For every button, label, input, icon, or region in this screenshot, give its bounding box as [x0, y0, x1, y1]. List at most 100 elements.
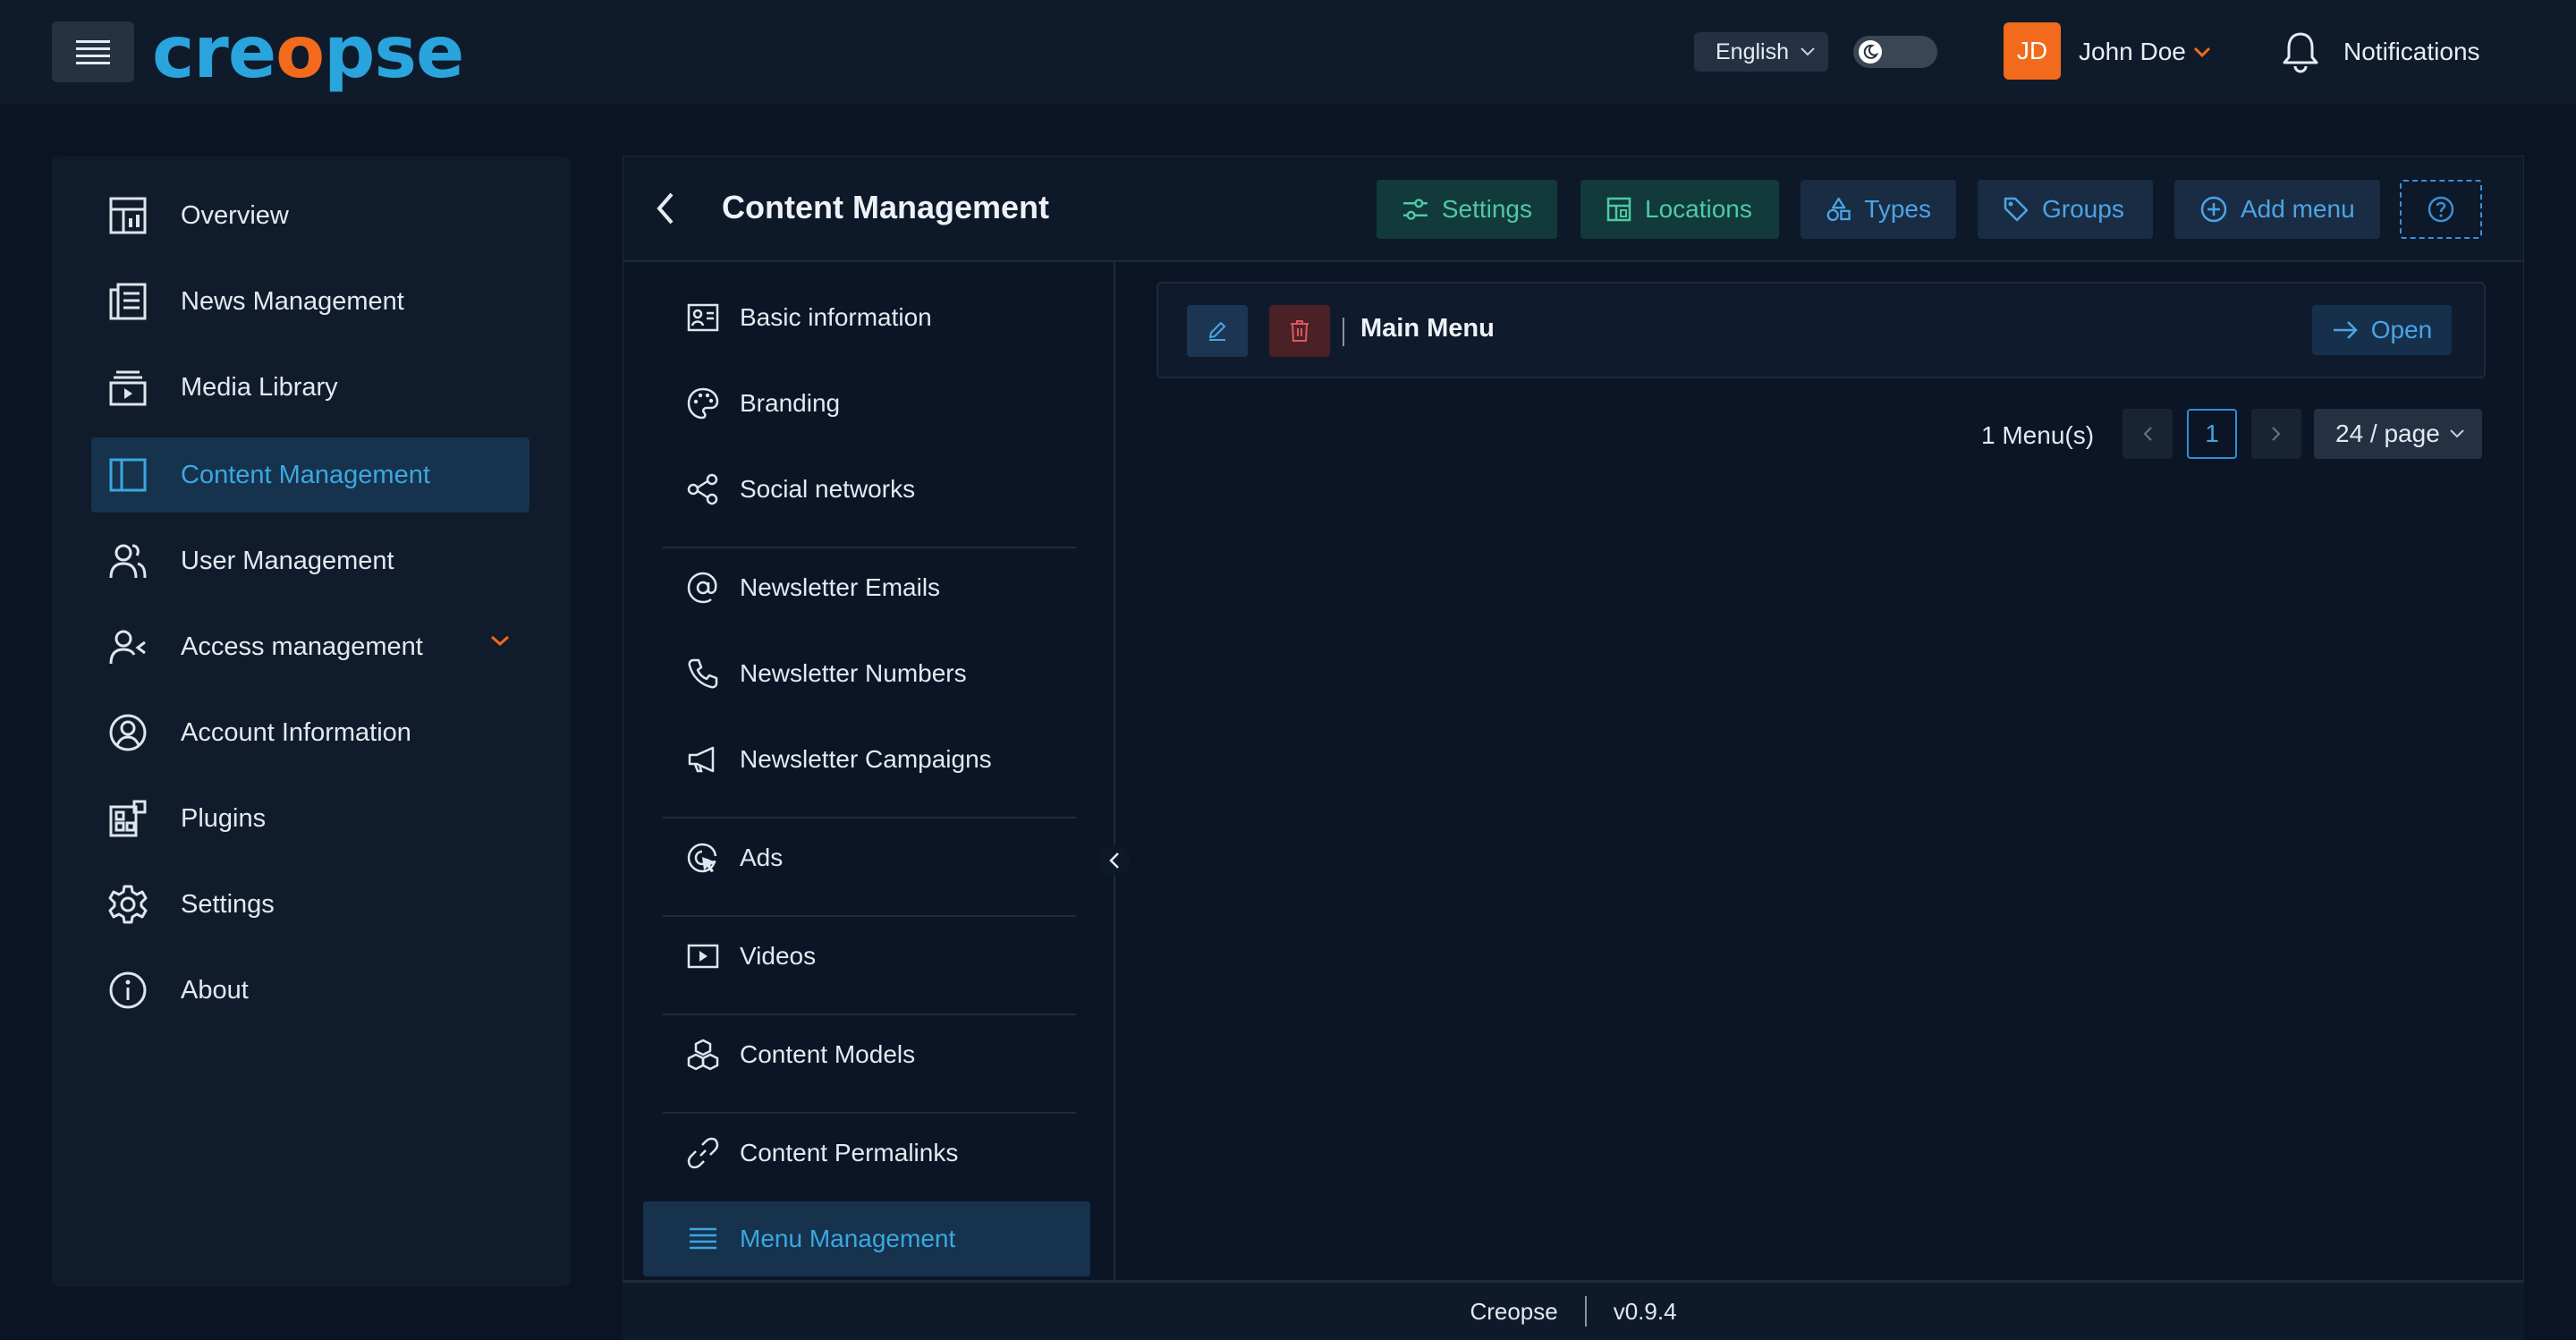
content-management-panel: Content Management Settings Locations Ty… — [623, 156, 2524, 1281]
user-menu[interactable]: John Doe — [2079, 32, 2211, 72]
sidebar-item-news-management[interactable]: News Management — [91, 264, 530, 339]
notifications-button[interactable]: Notifications — [2281, 27, 2480, 77]
chevron-down-icon — [2450, 429, 2464, 438]
sidebar-item-media-library[interactable]: Media Library — [91, 350, 530, 425]
page-size-value: 24 / page — [2335, 420, 2440, 447]
arrow-right-icon — [2333, 321, 2358, 339]
chevron-left-icon — [2143, 427, 2152, 441]
subnav-divider — [663, 817, 1076, 818]
sidebar-item-content-management[interactable]: Content Management — [91, 437, 530, 513]
video-icon — [687, 944, 719, 969]
sidebar-item-settings[interactable]: Settings — [91, 867, 530, 942]
subnav-item-basic-information[interactable]: Basic information — [643, 280, 1090, 355]
subnav-divider — [663, 1013, 1076, 1015]
subnav-item-branding[interactable]: Branding — [643, 366, 1090, 441]
top-bar: creopse English JD John Doe Notification… — [0, 0, 2576, 104]
back-arrow-icon[interactable] — [648, 191, 684, 226]
gear-icon — [108, 885, 148, 924]
subnav-item-content-permalinks[interactable]: Content Permalinks — [643, 1115, 1090, 1191]
info-icon — [109, 971, 147, 1009]
chevron-down-icon — [1801, 47, 1815, 56]
sidebar-item-label: Account Information — [181, 717, 411, 747]
cubes-icon — [687, 1039, 719, 1071]
locations-button[interactable]: Locations — [1580, 180, 1779, 239]
sidebar-item-label: User Management — [181, 546, 394, 575]
subnav-item-label: Videos — [740, 942, 817, 970]
sidebar-item-label: Content Management — [181, 460, 430, 489]
footer-version: v0.9.4 — [1613, 1297, 1677, 1325]
sidebar-item-about[interactable]: About — [91, 953, 530, 1028]
hamburger-icon — [76, 40, 110, 64]
open-button-label: Open — [2370, 316, 2433, 343]
subnav-item-label: Ads — [740, 844, 784, 871]
subnav-item-menu-management[interactable]: Menu Management — [643, 1201, 1090, 1276]
phone-icon — [688, 658, 718, 689]
menu-title: Main Menu — [1360, 314, 1495, 343]
sidebar-item-label: Access management — [181, 632, 423, 661]
subnav-item-content-models[interactable]: Content Models — [643, 1017, 1090, 1092]
subnav-item-ads[interactable]: Ads — [643, 820, 1090, 895]
subnav-item-label: Basic information — [740, 303, 932, 331]
link-icon — [687, 1137, 719, 1169]
sidebar-item-account-information[interactable]: Account Information — [91, 695, 530, 770]
shapes-icon — [1826, 197, 1851, 222]
page-size-select[interactable]: 24 / page — [2314, 409, 2482, 459]
subnav-item-videos[interactable]: Videos — [643, 919, 1090, 994]
add-menu-button[interactable]: Add menu — [2174, 180, 2380, 239]
subnav-item-newsletter-numbers[interactable]: Newsletter Numbers — [643, 636, 1090, 711]
locations-button-label: Locations — [1645, 195, 1752, 223]
subnav-item-label: Menu Management — [740, 1225, 956, 1252]
plus-circle-icon — [2200, 196, 2227, 223]
subnav-item-newsletter-campaigns[interactable]: Newsletter Campaigns — [643, 722, 1090, 797]
subnav-item-label: Newsletter Numbers — [740, 659, 967, 687]
groups-button[interactable]: Groups — [1978, 180, 2153, 239]
news-icon — [109, 283, 147, 320]
content-subnav: Basic information Branding Social networ… — [623, 262, 1130, 1280]
settings-button[interactable]: Settings — [1377, 180, 1557, 239]
sidebar-item-access-management[interactable]: Access management — [91, 609, 530, 684]
subnav-item-social-networks[interactable]: Social networks — [643, 452, 1090, 527]
help-button[interactable] — [2400, 180, 2482, 239]
page-number-button[interactable]: 1 — [2187, 409, 2237, 459]
theme-toggle[interactable] — [1853, 36, 1937, 68]
delete-menu-button[interactable] — [1269, 305, 1330, 357]
settings-button-label: Settings — [1441, 195, 1532, 223]
access-icon — [109, 630, 146, 665]
subnav-item-label: Content Models — [740, 1040, 916, 1068]
divider — [1584, 1296, 1587, 1327]
app-logo[interactable]: creopse — [152, 13, 464, 93]
dashboard-icon — [109, 197, 147, 234]
page-title: Content Management — [722, 189, 1050, 225]
palette-icon — [687, 387, 719, 420]
collapse-subnav-button[interactable] — [1099, 845, 1130, 876]
prev-page-button[interactable] — [2123, 409, 2173, 459]
at-icon — [687, 572, 717, 604]
divider — [1343, 318, 1344, 346]
sidebar: Overview News Management Media Library C… — [52, 157, 571, 1286]
sidebar-item-overview[interactable]: Overview — [91, 178, 530, 253]
edit-menu-button[interactable] — [1187, 305, 1248, 357]
sidebar-item-label: Plugins — [181, 803, 267, 833]
next-page-button[interactable] — [2251, 409, 2301, 459]
language-select[interactable]: English — [1694, 32, 1828, 72]
share-icon — [687, 473, 718, 505]
open-menu-button[interactable]: Open — [2312, 305, 2452, 355]
layout-grid-icon — [1606, 197, 1631, 222]
bell-icon — [2283, 32, 2318, 73]
sidebar-item-user-management[interactable]: User Management — [91, 523, 530, 598]
subnav-divider — [663, 547, 1076, 548]
layout-icon — [109, 458, 147, 492]
subnav-item-newsletter-emails[interactable]: Newsletter Emails — [643, 550, 1090, 625]
sidebar-item-plugins[interactable]: Plugins — [91, 781, 530, 856]
add-menu-button-label: Add menu — [2241, 195, 2355, 223]
hamburger-menu-button[interactable] — [52, 21, 134, 82]
types-button[interactable]: Types — [1801, 180, 1956, 239]
subnav-divider — [663, 915, 1076, 917]
subnav-item-label: Social networks — [740, 475, 916, 503]
user-name: John Doe — [2079, 38, 2186, 65]
avatar[interactable]: JD — [2004, 22, 2061, 80]
footer: Creopse v0.9.4 — [623, 1281, 2524, 1340]
trash-icon — [1291, 320, 1309, 342]
megaphone-icon — [688, 746, 715, 773]
pencil-icon — [1209, 322, 1225, 341]
